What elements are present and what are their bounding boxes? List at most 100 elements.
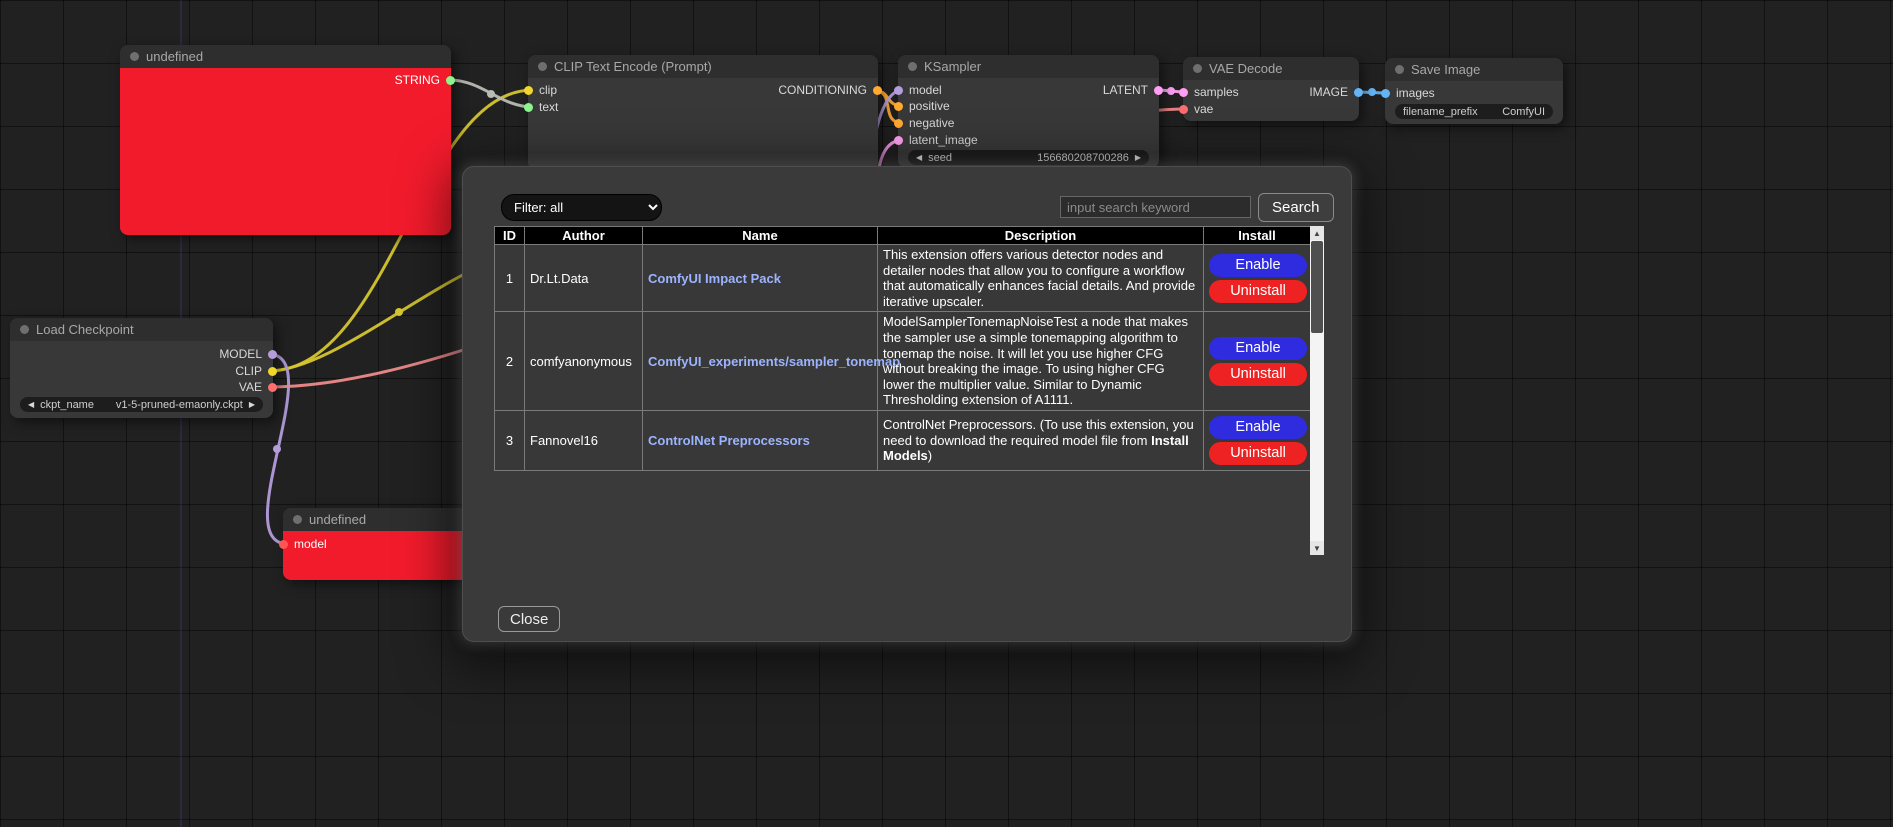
port-label: negative: [909, 116, 954, 130]
node-title-bar[interactable]: VAE Decode: [1183, 57, 1359, 80]
input-port-model[interactable]: model: [283, 536, 473, 552]
search-button[interactable]: Search: [1258, 193, 1334, 222]
uninstall-button[interactable]: Uninstall: [1209, 442, 1307, 465]
output-port-latent[interactable]: LATENT: [898, 82, 1159, 98]
node-title-label: undefined: [146, 49, 203, 64]
node-title-bar[interactable]: undefined: [283, 508, 473, 531]
close-button[interactable]: Close: [498, 606, 560, 632]
filename-prefix-widget[interactable]: filename_prefix ComfyUI: [1395, 104, 1553, 119]
port-label: MODEL: [219, 347, 262, 361]
decrement-arrow-icon[interactable]: ◀: [916, 154, 922, 162]
node-undefined-bottom[interactable]: undefined model: [283, 508, 473, 580]
input-port-positive[interactable]: positive: [898, 98, 1159, 114]
node-title-label: undefined: [309, 512, 366, 527]
node-title-bar[interactable]: KSampler: [898, 55, 1159, 78]
port-label: vae: [1194, 102, 1213, 116]
vae-port-icon[interactable]: [1179, 105, 1188, 114]
extensions-table: ID Author Name Description Install 1 Dr.…: [494, 226, 1311, 471]
collapse-dot-icon[interactable]: [908, 62, 917, 71]
output-port-conditioning[interactable]: CONDITIONING: [528, 82, 878, 98]
output-port-model[interactable]: MODEL: [10, 346, 273, 362]
input-port-images[interactable]: images: [1385, 85, 1563, 101]
ext-id: 1: [495, 245, 525, 312]
string-port-icon[interactable]: [446, 76, 455, 85]
conditioning-port-icon[interactable]: [873, 86, 882, 95]
node-title-bar[interactable]: Load Checkpoint: [10, 318, 273, 341]
enable-button[interactable]: Enable: [1209, 254, 1307, 277]
input-port-vae[interactable]: vae: [1183, 101, 1359, 117]
collapse-dot-icon[interactable]: [130, 52, 139, 61]
wire-string-to-text: [449, 80, 533, 107]
increment-arrow-icon[interactable]: ▶: [1135, 154, 1141, 162]
seed-widget[interactable]: ◀ seed 156680208700286 ▶: [908, 150, 1149, 165]
collapse-dot-icon[interactable]: [538, 62, 547, 71]
collapse-dot-icon[interactable]: [1395, 65, 1404, 74]
port-label: images: [1396, 86, 1435, 100]
col-header-name: Name: [643, 227, 878, 245]
uninstall-button[interactable]: Uninstall: [1209, 280, 1307, 303]
search-input[interactable]: [1060, 196, 1251, 218]
collapse-dot-icon[interactable]: [1193, 64, 1202, 73]
latent-port-icon[interactable]: [1154, 86, 1163, 95]
custom-nodes-dialog: Filter: all Search ID Author Name Descri…: [462, 166, 1352, 642]
filter-select[interactable]: Filter: all: [501, 194, 662, 221]
output-port-clip[interactable]: CLIP: [10, 363, 273, 379]
widget-value[interactable]: v1-5-pruned-emaonly.ckpt: [116, 399, 243, 411]
image-port-icon[interactable]: [1354, 88, 1363, 97]
ext-id: 2: [495, 312, 525, 411]
collapse-dot-icon[interactable]: [293, 515, 302, 524]
input-port-text[interactable]: text: [528, 99, 878, 115]
node-title-label: CLIP Text Encode (Prompt): [554, 59, 712, 74]
input-port-latent-image[interactable]: latent_image: [898, 132, 1159, 148]
next-arrow-icon[interactable]: ▶: [249, 401, 255, 409]
ext-name-link[interactable]: ComfyUI Impact Pack: [648, 271, 781, 286]
node-title-bar[interactable]: CLIP Text Encode (Prompt): [528, 55, 878, 78]
enable-button[interactable]: Enable: [1209, 337, 1307, 360]
conditioning-port-icon[interactable]: [894, 102, 903, 111]
node-title-bar[interactable]: Save Image: [1385, 58, 1563, 81]
node-clip-text-encode[interactable]: CLIP Text Encode (Prompt) clip text COND…: [528, 55, 878, 170]
ext-author: comfyanonymous: [525, 312, 643, 411]
collapse-dot-icon[interactable]: [20, 325, 29, 334]
node-title-label: Save Image: [1411, 62, 1480, 77]
clip-port-icon[interactable]: [268, 367, 277, 376]
node-vae-decode[interactable]: VAE Decode samples vae IMAGE: [1183, 57, 1359, 121]
port-label: latent_image: [909, 133, 978, 147]
ext-name-link[interactable]: ComfyUI_experiments/sampler_tonemap: [648, 354, 900, 369]
node-undefined-top[interactable]: undefined STRING: [120, 45, 451, 235]
enable-button[interactable]: Enable: [1209, 416, 1307, 439]
output-port-string[interactable]: STRING: [120, 72, 451, 88]
ext-id: 3: [495, 410, 525, 470]
link-dot: [395, 308, 403, 316]
output-port-image[interactable]: IMAGE: [1183, 84, 1359, 100]
vae-port-icon[interactable]: [268, 383, 277, 392]
ext-description: ControlNet Preprocessors. (To use this e…: [878, 410, 1204, 470]
input-port-negative[interactable]: negative: [898, 115, 1159, 131]
text-port-icon[interactable]: [524, 103, 533, 112]
node-ksampler[interactable]: KSampler model positive negative latent_…: [898, 55, 1159, 168]
node-save-image[interactable]: Save Image images filename_prefix ComfyU…: [1385, 58, 1563, 124]
port-label: text: [539, 100, 558, 114]
output-port-vae[interactable]: VAE: [10, 379, 273, 395]
ext-description: This extension offers various detector n…: [878, 245, 1204, 312]
port-label: VAE: [239, 380, 262, 394]
image-port-icon[interactable]: [1381, 89, 1390, 98]
ext-description: ModelSamplerTonemapNoiseTest a node that…: [878, 312, 1204, 411]
scrollbar-thumb[interactable]: [1311, 241, 1323, 333]
node-title-bar[interactable]: undefined: [120, 45, 451, 68]
prev-arrow-icon[interactable]: ◀: [28, 401, 34, 409]
ckpt-name-widget[interactable]: ◀ ckpt_name v1-5-pruned-emaonly.ckpt ▶: [20, 397, 263, 412]
conditioning-port-icon[interactable]: [894, 119, 903, 128]
model-port-icon[interactable]: [279, 540, 288, 549]
widget-value[interactable]: ComfyUI: [1502, 106, 1545, 118]
uninstall-button[interactable]: Uninstall: [1209, 363, 1307, 386]
scroll-up-icon[interactable]: ▲: [1310, 226, 1324, 240]
table-scrollbar[interactable]: ▲ ▼: [1310, 226, 1324, 555]
node-title-label: KSampler: [924, 59, 981, 74]
scroll-down-icon[interactable]: ▼: [1310, 541, 1324, 555]
node-load-checkpoint[interactable]: Load Checkpoint MODEL CLIP VAE ◀ ckpt_na…: [10, 318, 273, 418]
model-port-icon[interactable]: [268, 350, 277, 359]
widget-value[interactable]: 156680208700286: [1037, 152, 1129, 164]
ext-name-link[interactable]: ControlNet Preprocessors: [648, 433, 810, 448]
latent-port-icon[interactable]: [894, 136, 903, 145]
